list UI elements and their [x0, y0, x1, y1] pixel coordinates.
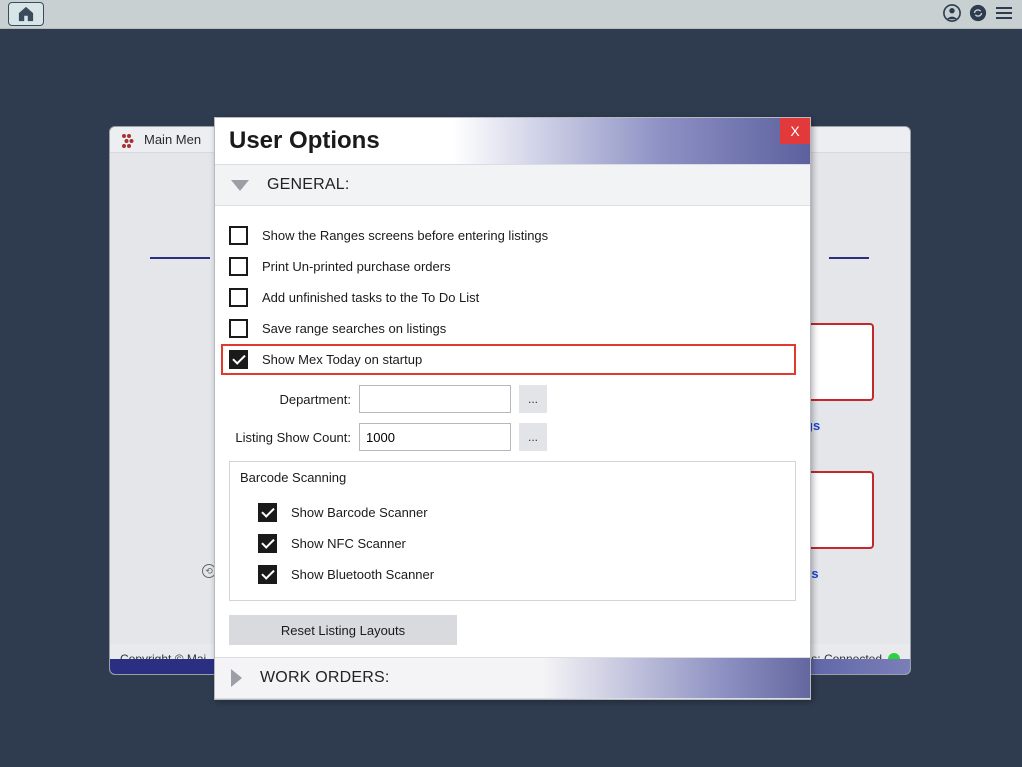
listing-count-input[interactable]: [359, 423, 511, 451]
option-row[interactable]: Show Barcode Scanner: [258, 497, 781, 528]
section-general-label: GENERAL:: [267, 176, 350, 194]
section-work-orders-header[interactable]: WORK ORDERS:: [215, 657, 810, 699]
home-button[interactable]: [8, 2, 44, 26]
checkbox[interactable]: [229, 226, 248, 245]
option-row[interactable]: Show NFC Scanner: [258, 528, 781, 559]
home-icon: [17, 6, 35, 22]
option-label: Show the Ranges screens before entering …: [262, 228, 548, 243]
department-input[interactable]: [359, 385, 511, 413]
option-row[interactable]: Print Un-printed purchase orders: [229, 251, 796, 282]
checkbox[interactable]: [258, 503, 277, 522]
department-label: Department:: [229, 392, 351, 407]
close-button[interactable]: X: [780, 118, 810, 144]
option-row-highlighted[interactable]: Show Mex Today on startup: [221, 344, 796, 375]
option-row[interactable]: Save range searches on listings: [229, 313, 796, 344]
sync-icon[interactable]: [968, 3, 988, 23]
dialog-titlebar: User Options X: [215, 118, 810, 164]
option-label: Save range searches on listings: [262, 321, 446, 336]
reset-listing-layouts-button[interactable]: Reset Listing Layouts: [229, 615, 457, 645]
section-general-header[interactable]: GENERAL:: [215, 164, 810, 206]
option-row[interactable]: Add unfinished tasks to the To Do List: [229, 282, 796, 313]
section-general-body: Show the Ranges screens before entering …: [215, 206, 810, 657]
checkbox[interactable]: [258, 565, 277, 584]
option-label: Show Bluetooth Scanner: [291, 567, 434, 582]
checkbox[interactable]: [229, 319, 248, 338]
barcode-scanning-panel: Barcode Scanning Show Barcode Scanner Sh…: [229, 461, 796, 601]
option-label: Print Un-printed purchase orders: [262, 259, 451, 274]
option-label: Show Mex Today on startup: [262, 352, 422, 367]
listing-count-label: Listing Show Count:: [229, 430, 351, 445]
option-label: Add unfinished tasks to the To Do List: [262, 290, 479, 305]
option-label: Show Barcode Scanner: [291, 505, 428, 520]
user-options-dialog: User Options X GENERAL: Show the Ranges …: [214, 117, 811, 700]
barcode-panel-title: Barcode Scanning: [230, 462, 795, 493]
chevron-right-icon: [231, 669, 242, 687]
option-label: Show NFC Scanner: [291, 536, 406, 551]
app-logo-icon: [120, 132, 136, 148]
section-work-orders-label: WORK ORDERS:: [260, 669, 390, 687]
checkbox[interactable]: [229, 288, 248, 307]
app-topbar: [0, 0, 1022, 29]
app-body: Main Men gs ts ⟲ Copyright © Mai us: Con…: [0, 29, 1022, 767]
option-row[interactable]: Show Bluetooth Scanner: [258, 559, 781, 590]
checkbox[interactable]: [229, 257, 248, 276]
checkbox[interactable]: [229, 350, 248, 369]
menu-icon[interactable]: [994, 3, 1014, 23]
department-browse-button[interactable]: ...: [519, 385, 547, 413]
chevron-down-icon: [231, 180, 249, 191]
user-account-icon[interactable]: [942, 3, 962, 23]
option-row[interactable]: Show the Ranges screens before entering …: [229, 220, 796, 251]
main-window-title: Main Men: [144, 132, 201, 147]
listing-count-browse-button[interactable]: ...: [519, 423, 547, 451]
checkbox[interactable]: [258, 534, 277, 553]
dialog-title: User Options: [229, 127, 380, 155]
